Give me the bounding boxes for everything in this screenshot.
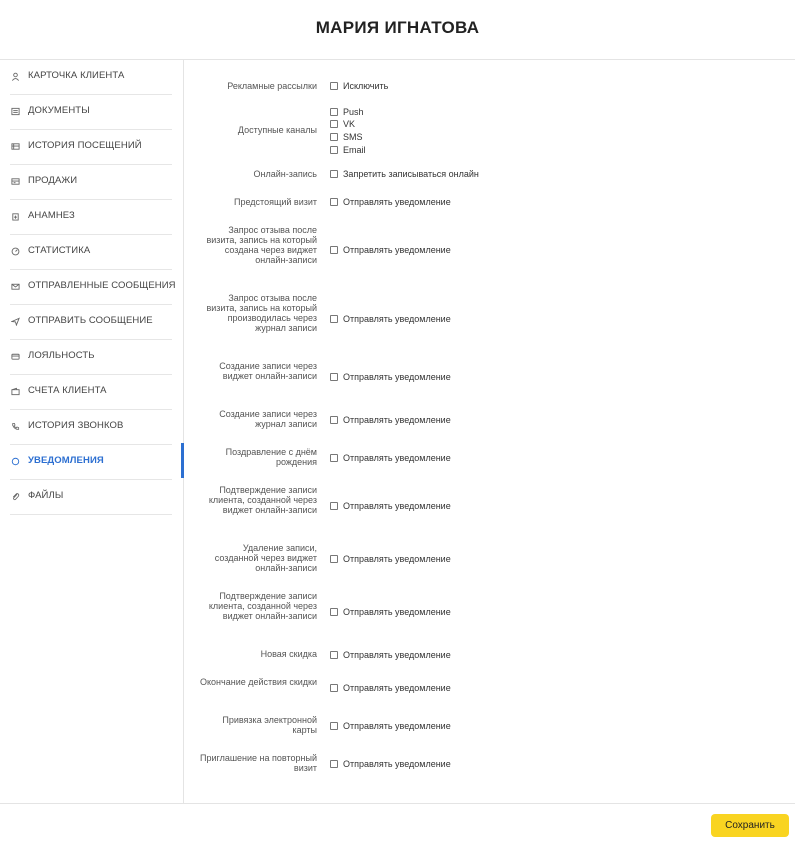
sidebar-item-client-accounts[interactable]: СЧЕТА КЛИЕНТА (10, 375, 172, 410)
sidebar-item-call-history[interactable]: ИСТОРИЯ ЗВОНКОВ (10, 410, 172, 445)
notification-checkbox[interactable] (330, 454, 338, 462)
footer (0, 803, 795, 847)
user-icon (10, 71, 20, 81)
online-booking-label: Онлайн-запись (253, 169, 317, 179)
ads-label: Рекламные рассылки (227, 81, 317, 91)
sidebar-item-loyalty[interactable]: ЛОЯЛЬНОСТЬ (10, 340, 172, 375)
notification-option-label: Отправлять уведомление (343, 415, 451, 425)
channel-email-label: Email (343, 145, 366, 155)
anamnesis-icon (10, 211, 20, 221)
card-icon (10, 351, 20, 361)
sidebar-item-anamnesis[interactable]: АНАМНЕЗ (10, 200, 172, 235)
paperclip-icon (10, 491, 20, 501)
channel-push-label: Push (343, 107, 364, 117)
sidebar-item-label: ИСТОРИЯ ЗВОНКОВ (28, 420, 124, 431)
sidebar-item-documents[interactable]: ДОКУМЕНТЫ (10, 95, 172, 130)
notification-checkbox[interactable] (330, 555, 338, 563)
channel-vk-checkbox[interactable] (330, 120, 338, 128)
sidebar-item-label: СЧЕТА КЛИЕНТА (28, 385, 107, 396)
sidebar-item-label: УВЕДОМЛЕНИЯ (28, 455, 104, 466)
envelope-icon (10, 281, 20, 291)
notification-option-label: Отправлять уведомление (343, 245, 451, 255)
notification-checkbox[interactable] (330, 502, 338, 510)
sidebar-item-visits[interactable]: ИСТОРИЯ ПОСЕЩЕНИЙ (10, 130, 172, 165)
notification-label: Создание записи через виджет онлайн-запи… (219, 361, 317, 381)
sidebar-item-label: АНАМНЕЗ (28, 210, 75, 221)
notification-label: Окончание действия скидки (200, 677, 317, 687)
sidebar-item-label: ИСТОРИЯ ПОСЕЩЕНИЙ (28, 140, 142, 151)
ads-exclude-checkbox[interactable] (330, 82, 338, 90)
notification-checkbox[interactable] (330, 608, 338, 616)
sales-icon (10, 176, 20, 186)
notification-label: Запрос отзыва после визита, запись на ко… (206, 293, 317, 333)
sidebar: КАРТОЧКА КЛИЕНТА ДОКУМЕНТЫ ИСТОРИЯ ПОСЕЩ… (0, 60, 184, 803)
sidebar-item-label: ОТПРАВИТЬ СООБЩЕНИЕ (28, 315, 153, 326)
wallet-icon (10, 386, 20, 396)
channel-sms-checkbox[interactable] (330, 133, 338, 141)
page-header: МАРИЯ ИГНАТОВА (0, 0, 795, 60)
send-icon (10, 316, 20, 326)
notification-label: Подтверждение записи клиента, созданной … (208, 591, 317, 621)
notification-label: Привязка электронной карты (222, 715, 317, 735)
notification-option-label: Отправлять уведомление (343, 721, 451, 731)
ads-exclude-label: Исключить (343, 81, 389, 91)
sidebar-item-label: ЛОЯЛЬНОСТЬ (28, 350, 95, 361)
sidebar-item-label: ФАЙЛЫ (28, 490, 64, 501)
notification-checkbox[interactable] (330, 684, 338, 692)
online-booking-checkbox[interactable] (330, 170, 338, 178)
channel-sms-label: SMS (343, 132, 363, 142)
page-title: МАРИЯ ИГНАТОВА (315, 18, 480, 37)
channel-push-checkbox[interactable] (330, 108, 338, 116)
sidebar-item-send-message[interactable]: ОТПРАВИТЬ СООБЩЕНИЕ (10, 305, 172, 340)
notification-label: Создание записи через журнал записи (219, 409, 317, 429)
notification-option-label: Отправлять уведомление (343, 501, 451, 511)
notification-option-label: Отправлять уведомление (343, 372, 451, 382)
save-button[interactable]: Сохранить (711, 814, 789, 837)
sidebar-item-notifications[interactable]: УВЕДОМЛЕНИЯ (10, 445, 172, 480)
channels-label: Доступные каналы (237, 125, 317, 135)
phone-icon (10, 421, 20, 431)
notification-label: Подтверждение записи клиента, созданной … (208, 485, 317, 515)
sidebar-item-client-card[interactable]: КАРТОЧКА КЛИЕНТА (10, 60, 172, 95)
notification-option-label: Отправлять уведомление (343, 759, 451, 769)
sidebar-item-files[interactable]: ФАЙЛЫ (10, 480, 172, 515)
notification-checkbox[interactable] (330, 373, 338, 381)
notification-checkbox[interactable] (330, 246, 338, 254)
notification-label: Предстоящий визит (234, 197, 317, 207)
notification-label: Поздравление с днём рождения (225, 447, 317, 467)
sidebar-item-label: ДОКУМЕНТЫ (28, 105, 90, 116)
notification-checkbox[interactable] (330, 651, 338, 659)
notification-option-label: Отправлять уведомление (343, 453, 451, 463)
notification-label: Запрос отзыва после визита, запись на ко… (206, 225, 317, 265)
notification-option-label: Отправлять уведомление (343, 197, 451, 207)
notification-option-label: Отправлять уведомление (343, 607, 451, 617)
notification-checkbox[interactable] (330, 416, 338, 424)
notification-label: Новая скидка (260, 649, 317, 659)
notification-option-label: Отправлять уведомление (343, 314, 451, 324)
sidebar-item-label: КАРТОЧКА КЛИЕНТА (28, 70, 125, 81)
sidebar-item-label: ПРОДАЖИ (28, 175, 78, 186)
sidebar-item-sent-messages[interactable]: ОТПРАВЛЕННЫЕ СООБЩЕНИЯ (10, 270, 176, 305)
notification-checkbox[interactable] (330, 198, 338, 206)
sidebar-item-label: ОТПРАВЛЕННЫЕ СООБЩЕНИЯ (28, 280, 176, 291)
list-icon (10, 141, 20, 151)
notification-label: Приглашение на повторный визит (199, 753, 317, 773)
active-indicator (181, 443, 184, 478)
chat-icon (10, 456, 20, 466)
channel-email-checkbox[interactable] (330, 146, 338, 154)
notification-option-label: Отправлять уведомление (343, 683, 451, 693)
gauge-icon (10, 246, 20, 256)
notification-checkbox[interactable] (330, 315, 338, 323)
document-icon (10, 106, 20, 116)
sidebar-item-sales[interactable]: ПРОДАЖИ (10, 165, 172, 200)
notification-checkbox[interactable] (330, 760, 338, 768)
online-booking-option-label: Запретить записываться онлайн (343, 169, 479, 179)
notification-label: Удаление записи, созданной через виджет … (214, 543, 317, 573)
sidebar-item-statistics[interactable]: СТАТИСТИКА (10, 235, 172, 270)
notification-option-label: Отправлять уведомление (343, 554, 451, 564)
notification-option-label: Отправлять уведомление (343, 650, 451, 660)
notification-checkbox[interactable] (330, 722, 338, 730)
sidebar-item-label: СТАТИСТИКА (28, 245, 91, 256)
channel-vk-label: VK (343, 119, 356, 129)
